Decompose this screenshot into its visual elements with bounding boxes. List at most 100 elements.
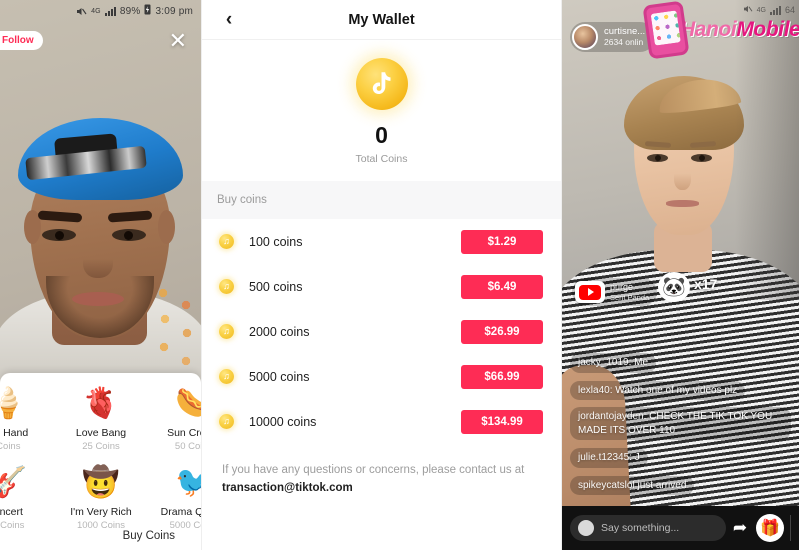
left-subject-mouth [72,292,124,306]
buy-price-button[interactable]: $66.99 [461,364,543,389]
hanoimobile-watermark: HanoiMobile [642,0,799,60]
phone-apps-icon [642,0,690,60]
gift-art-icon: 🍦 [0,387,27,420]
close-icon[interactable]: ✕ [169,30,187,52]
chat-text: Me [634,357,649,368]
right-live-panel: 4G 64 curtisne... 2634 onlin HanoiMobile… [562,0,799,550]
avatar [572,24,598,50]
gift-sender-subtitle: Sent Panda [610,292,650,302]
chat-username: spikeycatslol [578,479,635,491]
coin-icon: ♫ [219,279,234,294]
gift-sender-name: purge [610,282,634,293]
live-host-username: curtisne... [604,25,646,37]
buy-coins-section-header: Buy coins [202,181,561,219]
chat-message: julie.t12345: J [570,448,648,468]
chat-message: lexla40: Watch one of my videos plz [570,380,746,400]
left-subject-ear-right [158,210,175,244]
gift-item[interactable]: 🍦 an Hand Coins [0,377,55,456]
follow-button[interactable]: Follow [0,31,43,50]
support-email[interactable]: transaction@tiktok.com [222,482,353,494]
page-title: My Wallet [348,11,415,28]
coin-amount-label: 10000 coins [249,414,317,429]
chat-username: lexla40 [578,384,610,396]
left-subject-pupil-right [124,231,133,240]
right-subject-pupil-right [699,155,705,161]
signal-bars-icon [104,6,116,16]
coin-package-row[interactable]: ♫ 100 coins $1.29 [202,219,561,264]
tiktok-coin-icon [355,58,408,110]
chat-username: julie.t12345 [578,452,630,463]
gift-item[interactable]: 🎸 oncert 0 Coins [0,456,55,535]
coin-amount-label: 5000 coins [249,369,310,384]
watermark-text: HanoiMobile [680,18,799,42]
wallet-header: ‹ My Wallet [202,0,561,40]
gift-cost: 50 Coins [174,441,201,452]
chat-separator: : [629,452,632,463]
coin-package-row[interactable]: ♫ 2000 coins $26.99 [202,309,561,354]
clock-label: 3:09 pm [155,5,193,17]
chat-text: J [634,452,640,463]
gift-art-icon: 🌭 [174,387,201,420]
gift-selection-sheet: 🍦 an Hand Coins 🫀 Love Bang 25 Coins 🌭 S… [0,373,201,550]
gift-item[interactable]: 🌭 Sun Cream 50 Coins [147,377,201,456]
chevron-left-icon[interactable]: ‹ [220,9,238,31]
chat-separator: : [628,357,632,368]
share-arrow-icon[interactable]: ➦ [726,518,754,538]
gift-name: I'm Very Rich [70,506,132,518]
left-wall-stickers [153,285,199,375]
avatar [578,520,594,536]
buy-price-button[interactable]: $26.99 [461,319,543,344]
buy-coins-link[interactable]: Buy Coins [123,530,175,542]
support-note-text: If you have any questions or concerns, p… [222,464,525,476]
wallet-panel: ‹ My Wallet 0 Total Coins Buy coins ♫ 10… [201,0,562,550]
wallet-balance-section: 0 Total Coins [202,40,561,181]
coin-icon: ♫ [219,369,234,384]
live-host-badge[interactable]: curtisne... 2634 onlin [570,22,656,52]
left-live-panel: 4G 89% 3:09 pm Follow ✕ 🍦 an Hand Coins … [0,0,201,550]
gift-box-icon[interactable]: 🎁 [756,514,784,542]
left-status-bar: 4G 89% 3:09 pm [0,0,201,22]
gift-name: oncert [0,506,23,518]
gift-multiplier: x17 [694,276,718,292]
live-host-meta: curtisne... 2634 onlin [604,25,646,48]
coin-package-row[interactable]: ♫ 10000 coins $134.99 [202,399,561,444]
screenshot-stage: 4G 89% 3:09 pm Follow ✕ 🍦 an Hand Coins … [0,0,800,550]
chat-separator: : [609,384,613,396]
gift-item[interactable]: 🫀 Love Bang 25 Coins [55,377,148,456]
gift-art-icon: 🤠 [82,466,120,499]
gift-name: an Hand [0,427,29,439]
watermark-text-main: Hanoi [680,18,737,41]
buy-price-button[interactable]: $6.49 [461,274,543,299]
buy-price-button[interactable]: $1.29 [461,229,543,254]
left-subject-nose [83,246,113,278]
gift-item[interactable]: 🤠 I'm Very Rich 1000 Coins [55,456,148,535]
chat-message: jordantojayden: CHECK THE TIK TOK YOU MA… [570,407,791,440]
gift-grid: 🍦 an Hand Coins 🫀 Love Bang 25 Coins 🌭 S… [0,377,201,535]
right-subject-pupil-left [655,155,661,161]
coin-package-list: ♫ 100 coins $1.29 ♫ 500 coins $6.49 ♫ 20… [202,219,561,444]
gift-cost: Coins [0,441,21,452]
chat-separator: : [643,411,647,422]
battery-percent-label: 89% [119,5,141,17]
gift-art-icon: 🐦 [174,466,201,499]
chat-username: jordantojayden [578,411,644,422]
gift-cost: 25 Coins [82,441,120,452]
youtube-icon [575,281,605,303]
chat-text: Watch one of my videos plz [615,384,738,396]
gift-item[interactable]: 🐦 Drama Queen 5000 Coins [147,456,201,535]
live-chat-list[interactable]: jacky_1019: Me lexla40: Watch one of my … [570,352,791,502]
chat-input-placeholder: Say something... [601,522,680,534]
chat-input[interactable]: Say something... [570,515,726,541]
chat-message: spikeycatslol just arrived [570,475,695,495]
gift-name: Sun Cream [167,427,201,439]
gift-animation-banner: purge Sent Panda [572,278,658,306]
panda-gift-icon: 🐼 [658,272,690,302]
live-viewer-count: 2634 onlin [604,36,644,47]
coin-amount-label: 2000 coins [249,324,310,339]
gift-name: Love Bang [75,427,127,439]
battery-charging-icon [144,4,151,18]
buy-price-button[interactable]: $134.99 [461,409,543,434]
coin-package-row[interactable]: ♫ 5000 coins $66.99 [202,354,561,399]
live-bottom-bar: Say something... ➦ 🎁 [562,506,799,550]
coin-package-row[interactable]: ♫ 500 coins $6.49 [202,264,561,309]
